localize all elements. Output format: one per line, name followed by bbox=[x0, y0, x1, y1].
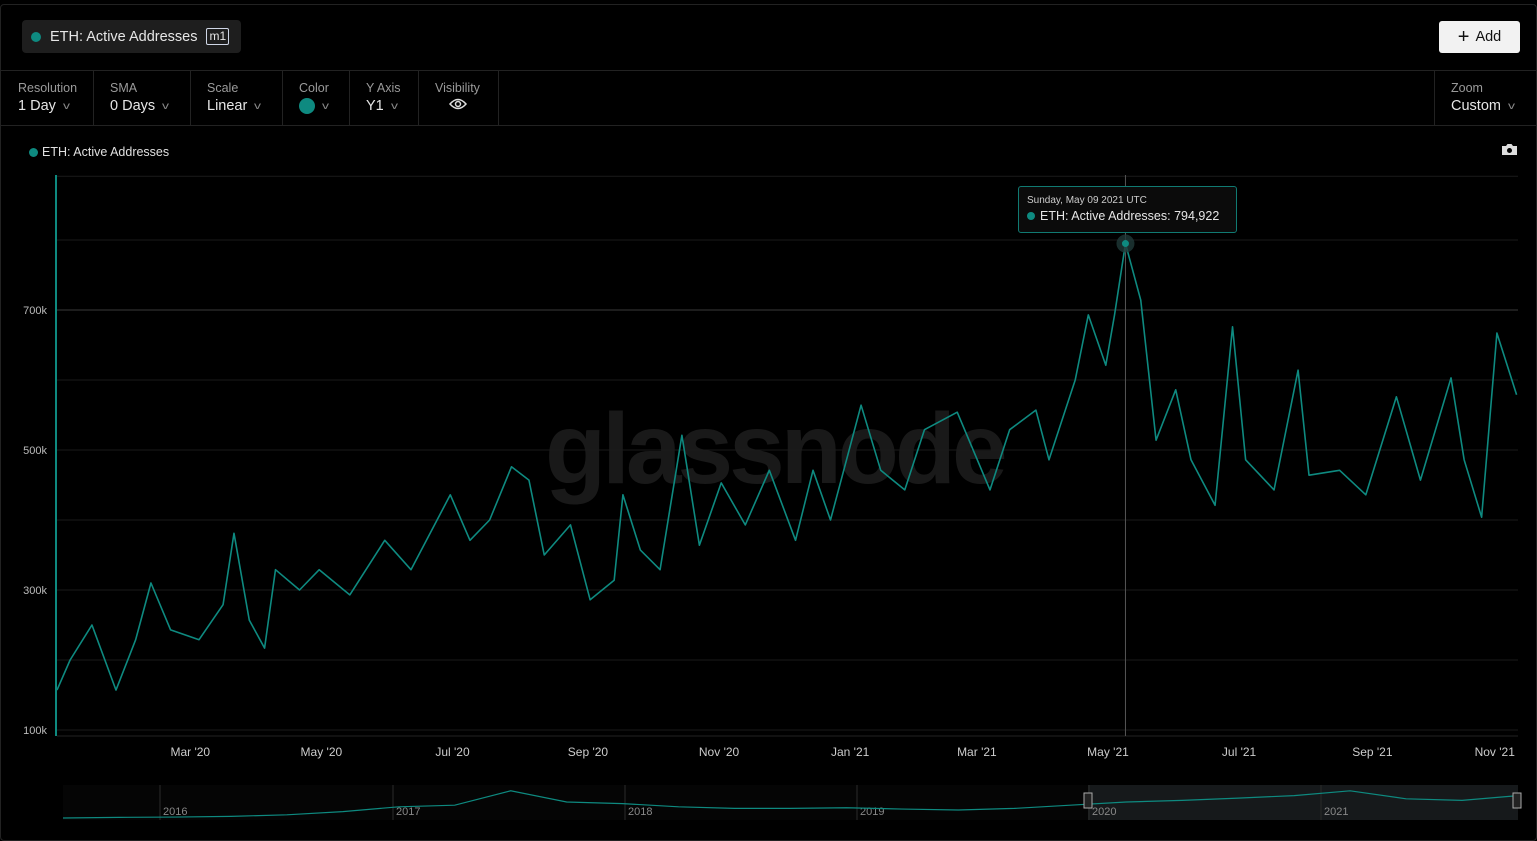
x-tick-label: Nov '20 bbox=[699, 745, 740, 759]
tooltip-date: Sunday, May 09 2021 UTC bbox=[1027, 195, 1147, 206]
navigator-year-label: 2018 bbox=[628, 806, 652, 818]
x-tick-label: May '21 bbox=[1087, 745, 1129, 759]
navigator-selection bbox=[1088, 785, 1518, 820]
x-tick-label: May '20 bbox=[301, 745, 343, 759]
x-tick-label: Jan '21 bbox=[831, 745, 870, 759]
x-tick-label: Jul '20 bbox=[435, 745, 470, 759]
y-tick-label: 100k bbox=[23, 725, 47, 737]
navigator-year-label: 2020 bbox=[1092, 806, 1116, 818]
y-tick-label: 700k bbox=[23, 305, 47, 317]
chart-tooltip: Sunday, May 09 2021 UTC ETH: Active Addr… bbox=[1018, 186, 1237, 233]
navigator-handle[interactable] bbox=[1512, 792, 1522, 809]
navigator-handle[interactable] bbox=[1083, 792, 1093, 809]
navigator-year-label: 2016 bbox=[163, 806, 187, 818]
x-tick-label: Sep '21 bbox=[1352, 745, 1393, 759]
x-tick-label: Mar '20 bbox=[170, 745, 210, 759]
y-tick-label: 500k bbox=[23, 445, 47, 457]
navigator-year-label: 2017 bbox=[396, 806, 420, 818]
y-tick-label: 300k bbox=[23, 585, 47, 597]
x-tick-label: Nov '21 bbox=[1475, 745, 1516, 759]
x-tick-label: Sep '20 bbox=[568, 745, 609, 759]
x-tick-label: Mar '21 bbox=[957, 745, 997, 759]
x-tick-label: Jul '21 bbox=[1222, 745, 1257, 759]
tooltip-value: ETH: Active Addresses: 794,922 bbox=[1040, 209, 1220, 223]
navigator-year-label: 2021 bbox=[1324, 806, 1348, 818]
tooltip-dot bbox=[1027, 212, 1035, 220]
series-line bbox=[56, 242, 1518, 691]
line-chart[interactable]: 100k 300k 500k 700k Mar '20 May '20 Jul '20 Sep… bbox=[0, 0, 1537, 841]
hover-point bbox=[1121, 240, 1129, 248]
